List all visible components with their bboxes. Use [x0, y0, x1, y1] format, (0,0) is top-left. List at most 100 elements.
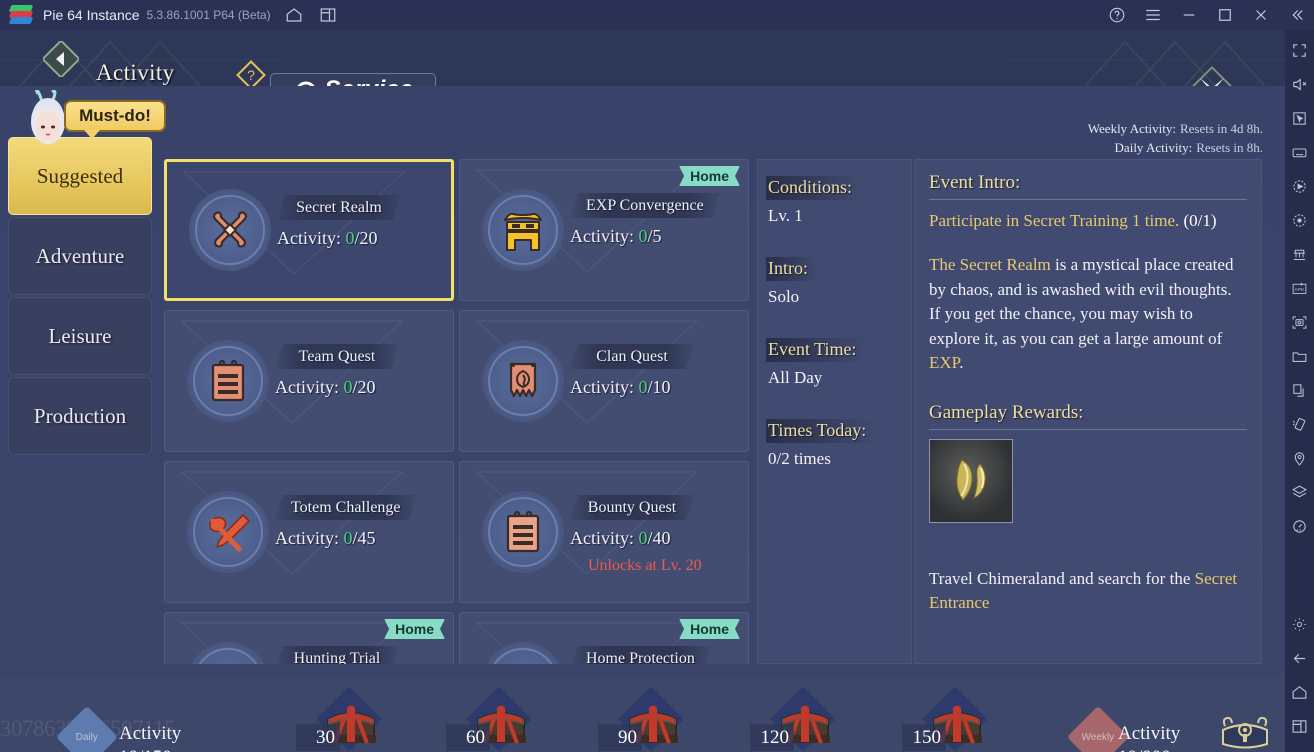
times-today-heading: Times Today:: [766, 419, 877, 443]
card-activity-max: /40: [647, 528, 671, 548]
activity-card-exp-convergence[interactable]: Home EXP Convergence Activity: 0/5: [459, 159, 749, 301]
weekly-activity-title: Activity: [1118, 723, 1181, 744]
card-title: Secret Realm: [277, 195, 401, 220]
conditions-block: Conditions: Lv. 1: [766, 176, 911, 226]
milestone-value: 90: [598, 724, 642, 751]
macro-record-icon[interactable]: [1291, 178, 1308, 195]
svg-text:?: ?: [247, 67, 255, 83]
back-icon[interactable]: [1291, 650, 1308, 667]
bluestacks-logo-icon: [8, 5, 34, 25]
conditions-heading: Conditions:: [766, 176, 863, 200]
card-icon-temple-gate: [482, 189, 564, 271]
home-badge: Home: [384, 619, 445, 639]
fullscreen-icon[interactable]: [1291, 42, 1308, 59]
event-footer: Travel Chimeraland and search for the Se…: [929, 567, 1247, 615]
keyboard-icon[interactable]: [1291, 144, 1308, 161]
instance-name: Pie 64 Instance: [43, 7, 140, 23]
event-description-period: .: [959, 353, 964, 372]
card-icon-banner: [482, 340, 564, 422]
minimize-icon[interactable]: [1180, 6, 1198, 24]
daily-activity-label: Activity 10/150: [119, 722, 181, 752]
close-icon[interactable]: [1252, 6, 1270, 24]
tab-adventure[interactable]: Adventure: [8, 217, 152, 295]
card-activity-max: /20: [354, 228, 378, 248]
screenshot-icon[interactable]: [1291, 314, 1308, 331]
card-activity: Activity: 0/5: [570, 226, 662, 247]
layers-icon[interactable]: [1291, 484, 1308, 501]
card-activity-label: Activity:: [275, 528, 339, 548]
multi-instance-icon[interactable]: [319, 6, 337, 24]
help-icon[interactable]: [1108, 6, 1126, 24]
svg-text:APK: APK: [1295, 287, 1306, 293]
card-icon-crossed-scrolls: [189, 189, 271, 271]
maximize-icon[interactable]: [1216, 6, 1234, 24]
card-title: Team Quest: [275, 344, 399, 369]
milestone-chest-30[interactable]: 30: [296, 686, 400, 752]
page-title: Activity: [96, 60, 175, 85]
intro-block: Intro: Solo: [766, 257, 911, 307]
milestone-chest-60[interactable]: 60: [446, 686, 550, 752]
activity-card-team-quest[interactable]: Team Quest Activity: 0/20: [164, 310, 454, 452]
location-icon[interactable]: [1291, 450, 1308, 467]
card-icon-clipboard: [482, 491, 564, 573]
game-viewport: Activity ? Service: [0, 30, 1285, 752]
weekly-activity-label: Activity 10/900: [1118, 722, 1180, 752]
weekly-badge-label: Weekly: [1081, 731, 1115, 743]
milestone-chest-90[interactable]: 90: [598, 686, 702, 752]
multi-instance-manager-icon[interactable]: [1291, 246, 1308, 263]
weekly-reset-value: Resets in 4d 8h.: [1179, 121, 1263, 136]
card-icon-crossed-weapons: [187, 491, 269, 573]
activity-card-home-protection[interactable]: Home Home Protection Activity: 0/20: [459, 612, 749, 664]
card-title: Clan Quest: [570, 344, 694, 369]
activity-body: Weekly Activity: Resets in 4d 8h. Daily …: [0, 86, 1285, 677]
shake-icon[interactable]: [1291, 416, 1308, 433]
tab-production[interactable]: Production: [8, 377, 152, 455]
collapse-icon[interactable]: [1288, 6, 1306, 24]
weekly-activity-value: 10/900: [1118, 746, 1180, 752]
event-intro-heading: Event Intro:: [929, 172, 1021, 193]
install-apk-icon[interactable]: APK: [1291, 280, 1308, 297]
card-activity: Activity: 0/20: [275, 377, 376, 398]
settings-icon[interactable]: [1291, 616, 1308, 633]
card-activity-label: Activity:: [570, 528, 634, 548]
times-today-value: 0/2 times: [768, 449, 831, 468]
weekly-treasure-chest-icon[interactable]: [1219, 706, 1271, 752]
performance-icon[interactable]: [1291, 518, 1308, 535]
home-icon[interactable]: [1291, 684, 1308, 701]
card-activity-max: /45: [352, 528, 376, 548]
activity-card-totem-challenge[interactable]: Totem Challenge Activity: 0/45: [164, 461, 454, 603]
activity-card-secret-realm[interactable]: Secret Realm Activity: 0/20: [164, 159, 454, 301]
card-icon-clipboard: [187, 340, 269, 422]
recents-icon[interactable]: [1291, 718, 1308, 735]
activity-card-grid: Secret Realm Activity: 0/20 Home EXP Con…: [164, 159, 756, 664]
activity-card-bounty-quest[interactable]: Bounty Quest Activity: 0/40 Unlocks at L…: [459, 461, 749, 603]
card-activity-max: /20: [352, 377, 376, 397]
card-activity-label: Activity:: [570, 377, 634, 397]
daily-reset-value: Resets in 8h.: [1196, 140, 1263, 155]
media-folder-icon[interactable]: [1291, 348, 1308, 365]
eco-mode-icon[interactable]: [1291, 212, 1308, 229]
divider: [929, 199, 1247, 200]
card-activity-max: /10: [647, 377, 671, 397]
cursor-icon[interactable]: [1291, 110, 1308, 127]
milestone-chest-120[interactable]: 120: [750, 686, 854, 752]
intro-heading: Intro:: [766, 257, 818, 281]
home-icon[interactable]: [285, 6, 303, 24]
event-description: The Secret Realm is a mystical place cre…: [929, 253, 1247, 376]
card-activity-label: Activity:: [275, 377, 339, 397]
menu-icon[interactable]: [1144, 6, 1162, 24]
milestone-chest-150[interactable]: 150: [902, 686, 1006, 752]
must-do-label: Must-do!: [64, 100, 166, 139]
card-activity-value: 0: [345, 228, 355, 248]
copy-to-instance-icon[interactable]: [1291, 382, 1308, 399]
tab-leisure[interactable]: Leisure: [8, 297, 152, 375]
activity-card-hunting-trial[interactable]: Home Hunting Trial Activity: 0/20: [164, 612, 454, 664]
must-do-hint: Must-do!: [18, 90, 168, 152]
card-activity: Activity: 0/40: [570, 528, 671, 549]
activity-card-clan-quest[interactable]: Clan Quest Activity: 0/10: [459, 310, 749, 452]
back-button[interactable]: [41, 39, 81, 79]
daily-reset-label: Daily Activity:: [1114, 140, 1193, 155]
mute-icon[interactable]: [1291, 76, 1308, 93]
reward-item[interactable]: [929, 438, 1013, 523]
game-header: Activity ? Service: [0, 30, 1285, 115]
